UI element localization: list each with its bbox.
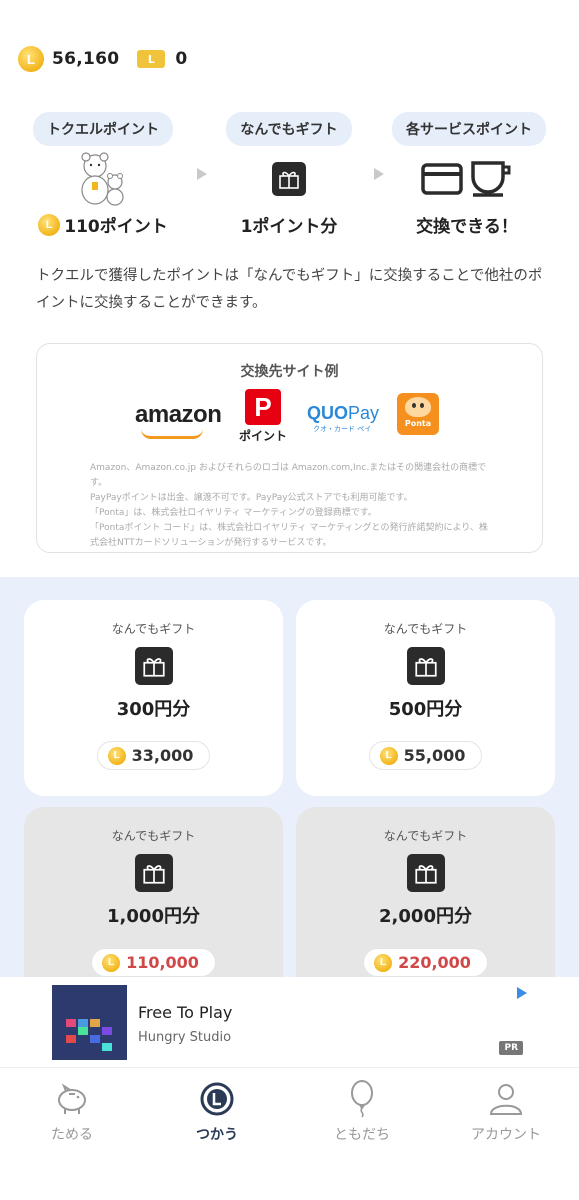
gift-price-value: 33,000	[131, 746, 194, 765]
gift-icon	[272, 162, 306, 196]
flow-step-pill: 各サービスポイント	[392, 112, 546, 146]
quo-small: クオ・カード ペイ	[313, 425, 372, 433]
gift-icon	[406, 647, 445, 685]
gift-price: L 55,000	[368, 741, 483, 770]
flow-step-points: トクエルポイント L 110ポイント	[28, 112, 178, 237]
gift-price: L 110,000	[91, 948, 216, 977]
coin-icon: L	[102, 953, 121, 972]
flow-step-pill: トクエルポイント	[33, 112, 173, 146]
gift-label: なんでもギフト	[383, 829, 468, 843]
partner-title: 交換先サイト例	[240, 364, 339, 380]
legal-line: 「Ponta」は、株式会社ロイヤリティ マーケティングの登録商標です。	[90, 508, 377, 518]
flow-step-caption: 110ポイント	[64, 217, 168, 237]
flow-step-pill: なんでもギフト	[226, 112, 352, 146]
quo-main: QUO	[307, 403, 349, 423]
gift-amount: 2,000円分	[379, 906, 472, 927]
arrow-right-icon	[197, 168, 207, 180]
gift-price-value: 55,000	[403, 746, 466, 765]
tab-label: アカウント	[471, 1127, 541, 1143]
balance-bar: L 56,160 L 0	[18, 46, 187, 72]
legal-notice: Amazon、Amazon.co.jp およびそれらのロゴは Amazon.co…	[90, 461, 490, 551]
gift-price-value: 220,000	[398, 953, 471, 972]
ponta-face-icon	[405, 397, 431, 417]
gift-card-2000[interactable]: なんでもギフト 2,000円分 L 220,000	[296, 807, 555, 1003]
tab-tsukau[interactable]: つかう	[157, 1080, 277, 1144]
gift-icon	[134, 647, 173, 685]
ad-thumbnail	[52, 985, 127, 1060]
ticket-count: 0	[175, 49, 188, 69]
person-icon	[446, 1080, 566, 1118]
coin-icon	[157, 1080, 277, 1118]
tab-account[interactable]: アカウント	[446, 1080, 566, 1144]
bottom-tab-bar: ためる つかう ともだち アカウント	[0, 1067, 579, 1200]
gift-label: なんでもギフト	[111, 829, 196, 843]
coin-icon: L	[107, 746, 126, 765]
gift-icon	[134, 854, 173, 892]
flow-step-caption: 1ポイント分	[240, 217, 338, 237]
exchange-description: トクエルで獲得したポイントは「なんでもギフト」に交換することで他社のポイントに交…	[36, 268, 543, 311]
ad-banner[interactable]: Free To Play Hungry Studio PR	[0, 977, 579, 1067]
gift-label: なんでもギフト	[111, 622, 196, 636]
tab-tomodachi[interactable]: ともだち	[302, 1080, 422, 1144]
points-balance: 56,160	[52, 49, 120, 69]
gift-amount: 500円分	[388, 699, 463, 720]
gift-card-1000[interactable]: なんでもギフト 1,000円分 L 110,000	[24, 807, 283, 1003]
gift-label: なんでもギフト	[383, 622, 468, 636]
arrow-right-icon	[374, 168, 384, 180]
tab-tameru[interactable]: ためる	[12, 1080, 132, 1144]
ponta-logo: Ponta	[397, 393, 439, 435]
partner-examples-box: 交換先サイト例 amazon P ポイント QUOPay クオ・カード ペイ P…	[36, 343, 543, 553]
ponta-text: Ponta	[404, 419, 432, 428]
flow-step-services: 各サービスポイント 交換できる！	[392, 112, 546, 237]
gift-price: L 220,000	[363, 948, 488, 977]
ticket-icon: L	[137, 50, 166, 68]
legal-line: PayPayポイントは出金、譲渡不可です。PayPay公式ストアでも利用可能です…	[90, 493, 413, 503]
gift-price-value: 110,000	[126, 953, 199, 972]
ad-title: Free To Play	[138, 1003, 233, 1022]
gift-grid: なんでもギフト 300円分 L 33,000 なんでもギフト 500円分 L 55,…	[0, 577, 579, 1003]
coin-icon: L	[374, 953, 393, 972]
paypay-mark: P	[245, 389, 281, 425]
coin-icon: L	[38, 213, 61, 236]
tab-label: つかう	[196, 1127, 238, 1143]
paypay-logo: P ポイント	[235, 389, 291, 444]
tab-label: ためる	[51, 1127, 93, 1143]
bear-mascots-icon	[28, 146, 178, 212]
coin-icon: L	[379, 746, 398, 765]
quopay-logo: QUOPay クオ・カード ペイ	[307, 403, 379, 434]
amazon-logo: amazon	[135, 401, 222, 428]
piggy-bank-icon	[12, 1080, 132, 1118]
ad-advertiser: Hungry Studio	[138, 1030, 232, 1045]
gift-price: L 33,000	[96, 741, 211, 770]
paypay-text: ポイント	[238, 429, 287, 443]
amazon-smile-icon	[141, 429, 203, 439]
pr-badge: PR	[499, 1041, 523, 1055]
legal-line: Amazon、Amazon.co.jp およびそれらのロゴは Amazon.co…	[90, 463, 487, 488]
gift-amount: 1,000円分	[107, 906, 200, 927]
gift-card-500[interactable]: なんでもギフト 500円分 L 55,000	[296, 600, 555, 796]
quo-sub: Pay	[348, 403, 380, 423]
flow-step-gift: なんでもギフト 1ポイント分	[214, 112, 364, 237]
exchange-flow: トクエルポイント L 110ポイント なんでもギフト 1ポイント分 各サービスポ…	[0, 112, 579, 242]
gift-card-300[interactable]: なんでもギフト 300円分 L 33,000	[24, 600, 283, 796]
legal-line: 「Pontaポイント コード」は、株式会社ロイヤリティ マーケティングとの発行許…	[90, 523, 488, 548]
flow-step-caption: 交換できる！	[416, 217, 518, 237]
gift-icon	[406, 854, 445, 892]
tab-label: ともだち	[334, 1127, 390, 1143]
adchoices-icon[interactable]	[517, 987, 527, 999]
card-and-cup-icon	[392, 146, 542, 212]
balloon-icon	[302, 1080, 422, 1118]
gift-amount: 300円分	[116, 699, 191, 720]
coin-icon: L	[18, 46, 44, 72]
